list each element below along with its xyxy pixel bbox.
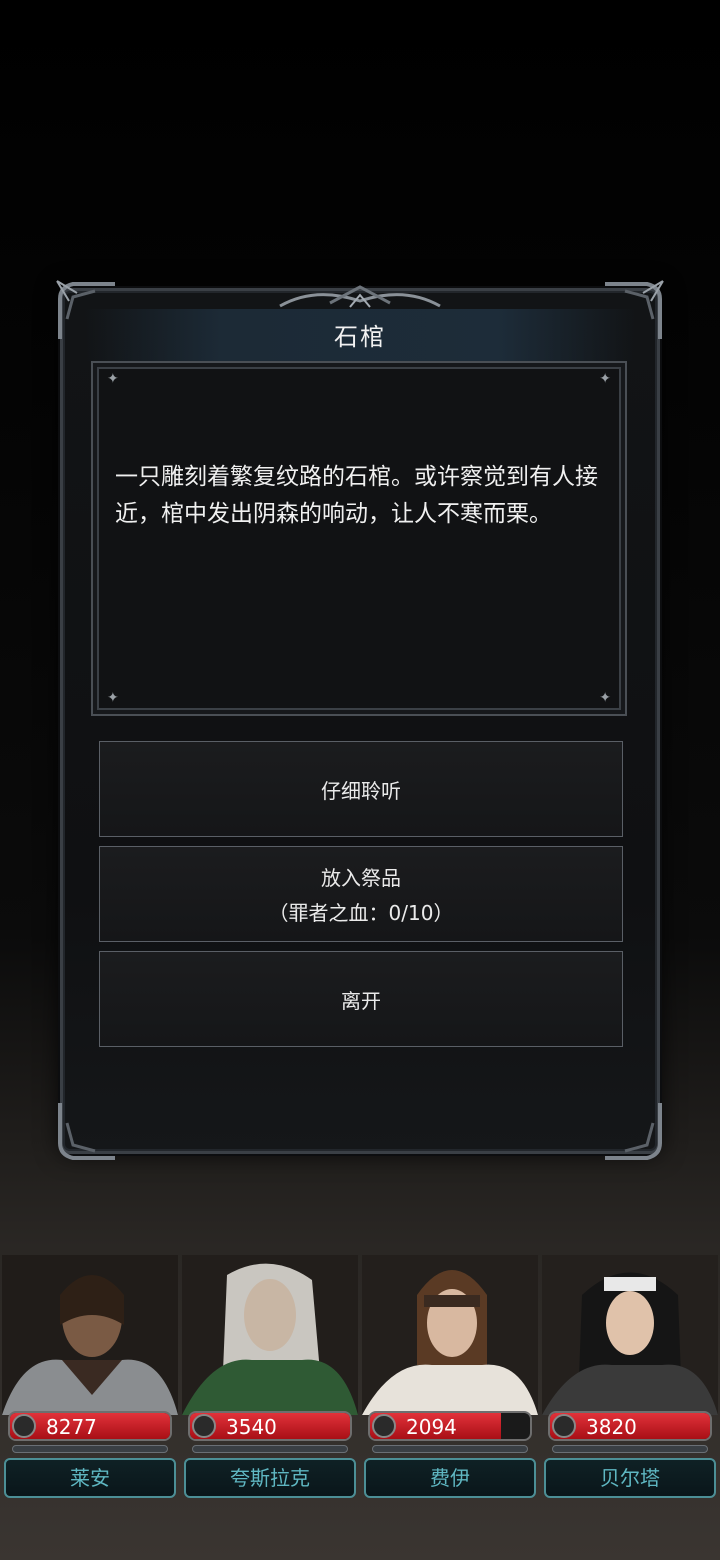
- choice-label: 放入祭品: [321, 866, 401, 890]
- energy-bar: [192, 1445, 348, 1453]
- crest-ornament-icon: [279, 285, 441, 308]
- description-text: 一只雕刻着繁复纹路的石棺。或许察觉到有人接近，棺中发出阴森的响动，让人不寒而栗。: [115, 464, 598, 527]
- sparkle-icon: ✦: [599, 371, 611, 387]
- party-member[interactable]: 3820 贝尔塔: [542, 1255, 718, 1555]
- energy-bar: [372, 1445, 528, 1453]
- sparkle-icon: ✦: [107, 690, 119, 706]
- hp-value: 3540: [226, 1415, 277, 1439]
- hp-bar: 2094: [368, 1411, 532, 1441]
- hp-value: 8277: [46, 1415, 97, 1439]
- choice-leave-button[interactable]: 离开: [99, 951, 623, 1047]
- hero-name[interactable]: 费伊: [364, 1458, 536, 1498]
- choice-offering-button[interactable]: 放入祭品 （罪者之血：0/10）: [99, 846, 623, 942]
- ornament-corner-icon: [58, 1103, 115, 1160]
- hp-orb-icon: [12, 1414, 36, 1438]
- party-member[interactable]: 8277 莱安: [2, 1255, 178, 1555]
- hero-portrait-nun: [542, 1255, 718, 1415]
- choice-label: 离开: [341, 988, 381, 1013]
- description-panel: ✦ ✦ ✦ ✦ 一只雕刻着繁复纹路的石棺。或许察觉到有人接近，棺中发出阴森的响动…: [91, 361, 627, 716]
- hero-name[interactable]: 贝尔塔: [544, 1458, 716, 1498]
- energy-bar: [12, 1445, 168, 1453]
- hp-orb-icon: [372, 1414, 396, 1438]
- hero-portrait-rogue: [362, 1255, 538, 1415]
- party-member[interactable]: 2094 费伊: [362, 1255, 538, 1555]
- hero-portrait-knight: [2, 1255, 178, 1415]
- choice-label: 仔细聆听: [321, 778, 401, 803]
- hp-bar: 3540: [188, 1411, 352, 1441]
- hp-value: 2094: [406, 1415, 457, 1439]
- event-dialog: 石棺 ✦ ✦ ✦ ✦ 一只雕刻着繁复纹路的石棺。或许察觉到有人接近，棺中发出阴森…: [56, 280, 664, 1160]
- party-member[interactable]: 3540 夸斯拉克: [182, 1255, 358, 1555]
- choice-listen-button[interactable]: 仔细聆听: [99, 741, 623, 837]
- hero-name[interactable]: 夸斯拉克: [184, 1458, 356, 1498]
- hp-orb-icon: [192, 1414, 216, 1438]
- sparkle-icon: ✦: [599, 690, 611, 706]
- hero-portrait-elf: [182, 1255, 358, 1415]
- hp-bar: 3820: [548, 1411, 712, 1441]
- hp-orb-icon: [552, 1414, 576, 1438]
- sparkle-icon: ✦: [107, 371, 119, 387]
- choice-requirement: （罪者之血：0/10）: [268, 901, 454, 925]
- hp-bar: 8277: [8, 1411, 172, 1441]
- dialog-title: 石棺: [334, 323, 386, 351]
- hp-value: 3820: [586, 1415, 637, 1439]
- ornament-corner-icon: [605, 1103, 662, 1160]
- energy-bar: [552, 1445, 708, 1453]
- hero-name[interactable]: 莱安: [4, 1458, 176, 1498]
